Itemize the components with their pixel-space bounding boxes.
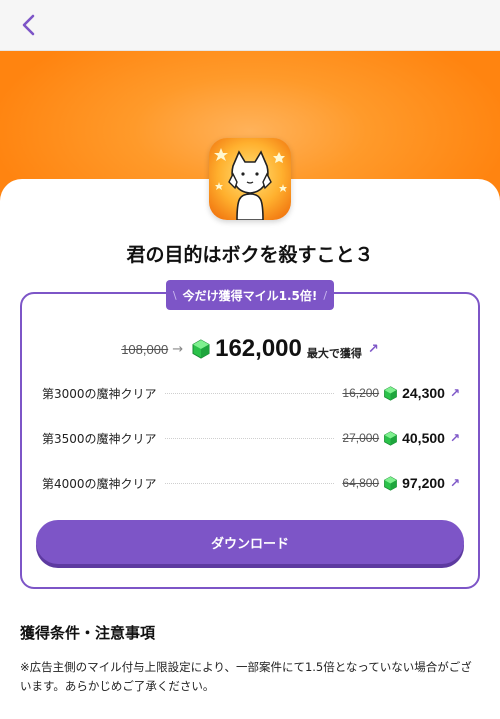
total-original: 108,000 — [121, 341, 169, 357]
conditions-title: 獲得条件・注意事項 — [20, 624, 156, 642]
external-arrow-icon: ↗ — [449, 386, 460, 400]
mission-row: 第4000の魔神クリア 64,800 97,200 ↗ — [42, 472, 460, 494]
mission-boosted: 40,500 — [402, 430, 445, 446]
mission-label: 第4000の魔神クリア — [42, 476, 157, 491]
mission-boosted: 24,300 — [402, 385, 445, 401]
total-reward-row: 108,000 → 162,000 最大で獲得 ↗ — [0, 334, 500, 364]
gem-icon — [384, 430, 397, 446]
conditions-text: ※広告主側のマイル付与上限設定により、一部案件にて1.5倍となっていない場合がご… — [20, 660, 472, 693]
dotted-leader — [164, 437, 335, 439]
mission-label: 第3000の魔神クリア — [42, 386, 157, 401]
external-arrow-icon: ↗ — [449, 476, 460, 490]
chevron-left-icon — [22, 14, 35, 36]
mission-original: 27,000 — [342, 431, 380, 445]
top-bar — [0, 0, 500, 51]
total-boosted: 162,000 — [215, 335, 302, 362]
mission-boosted: 97,200 — [402, 475, 445, 491]
total-suffix: 最大で獲得 — [306, 347, 362, 360]
badge-left-mark: \ — [172, 288, 177, 302]
external-arrow-icon: ↗ — [449, 431, 460, 445]
app-title: 君の目的はボクを殺すこと３ — [126, 244, 374, 266]
gem-icon — [192, 339, 210, 359]
badge-right-mark: / — [323, 288, 328, 302]
gem-icon — [384, 475, 397, 491]
mission-original: 64,800 — [342, 476, 380, 490]
boost-badge: \ 今だけ獲得マイル1.5倍! / — [166, 280, 334, 310]
cat-character-app-icon — [209, 138, 291, 220]
back-button[interactable] — [14, 10, 44, 40]
mission-row: 第3000の魔神クリア 16,200 24,300 ↗ — [42, 382, 460, 404]
mission-label: 第3500の魔神クリア — [42, 431, 157, 446]
mission-original: 16,200 — [342, 386, 380, 400]
gem-icon — [384, 385, 397, 401]
dotted-leader — [164, 482, 335, 484]
arrow-right-icon: → — [172, 341, 184, 357]
badge-label: 今だけ獲得マイル1.5倍! — [182, 288, 318, 303]
mission-row: 第3500の魔神クリア 27,000 40,500 ↗ — [42, 427, 460, 449]
external-arrow-icon: ↗ — [367, 341, 379, 357]
dotted-leader — [164, 392, 335, 394]
download-button[interactable]: ダウンロード — [36, 520, 464, 564]
